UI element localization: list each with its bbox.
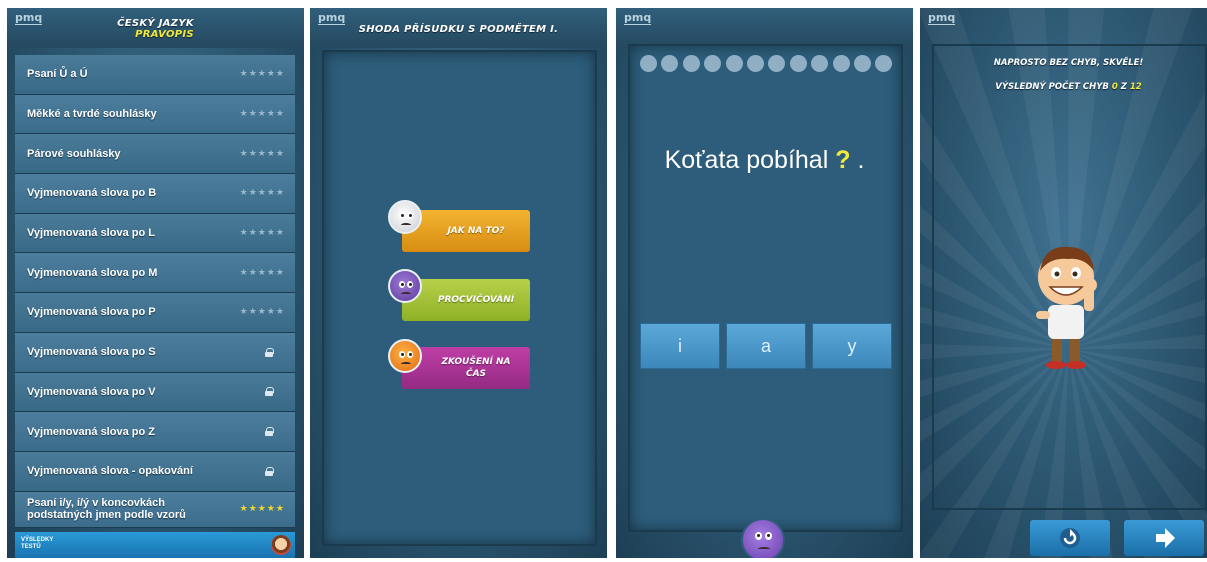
pmq-logo: pmq bbox=[624, 11, 652, 25]
topic-label: Vyjmenovaná slova po Z bbox=[27, 425, 155, 438]
timed-exam-label: Zkoušení na čas bbox=[441, 357, 511, 379]
how-to-label: Jak na to? bbox=[447, 226, 505, 236]
retry-button[interactable] bbox=[1030, 520, 1110, 556]
topic-list: Psaní Ů a Ú ★★★★★ Měkké a tvrdé souhlásky ★… bbox=[15, 55, 295, 528]
topic-list-item[interactable]: Vyjmenovaná slova po B ★★★★★ bbox=[15, 174, 295, 214]
question-end: . bbox=[857, 146, 865, 174]
question-blank: ? bbox=[835, 146, 851, 174]
topic-list-item[interactable]: Vyjmenovaná slova po P ★★★★★ bbox=[15, 293, 295, 333]
topic-label: Párové souhlásky bbox=[27, 147, 121, 160]
topic-label: Vyjmenovaná slova po L bbox=[27, 227, 155, 240]
progress-dots bbox=[640, 55, 893, 72]
progress-dot bbox=[832, 55, 850, 72]
app-subtitle: pravopis bbox=[135, 29, 194, 40]
question-text: Koťata pobíhal bbox=[664, 146, 829, 174]
results-footer[interactable]: VÝSLEDKY TESTŮ bbox=[15, 532, 295, 558]
progress-dot bbox=[661, 55, 679, 72]
topic-list-item[interactable]: Párové souhlásky ★★★★★ bbox=[15, 134, 295, 175]
top-bar: pmq bbox=[920, 8, 1207, 48]
exercise-screen: pmq Koťata pobíhal ? . i a y bbox=[616, 8, 913, 558]
progress-dot bbox=[640, 55, 657, 72]
happy-boy-mascot bbox=[1036, 246, 1097, 369]
purple-character-icon bbox=[741, 518, 785, 558]
result-of: z bbox=[1120, 82, 1127, 92]
star-rating: ★★★★★ bbox=[239, 228, 285, 239]
star-rating: ★★★★★ bbox=[239, 109, 285, 120]
purple-character-icon bbox=[388, 269, 422, 303]
topic-label: Vyjmenovaná slova po M bbox=[27, 266, 158, 279]
answer-a-button[interactable]: a bbox=[726, 323, 806, 369]
orange-character-icon bbox=[388, 339, 422, 373]
practice-label: Procvičování bbox=[437, 295, 515, 305]
avatar-icon bbox=[271, 535, 291, 555]
star-rating: ★★★★★ bbox=[239, 307, 285, 318]
star-rating: ★★★★★ bbox=[239, 69, 285, 80]
topic-label: Vyjmenovaná slova po P bbox=[27, 306, 156, 319]
content-panel bbox=[628, 44, 903, 532]
topic-list-item[interactable]: Vyjmenovaná slova - opakování bbox=[15, 451, 295, 492]
topic-label: Psaní i/y, í/ý v koncovkách podstatných … bbox=[27, 497, 186, 522]
lock-icon bbox=[265, 427, 274, 437]
error-count: 0 bbox=[1111, 82, 1118, 92]
result-score: Výsledný počet chyb 0 z 12 bbox=[920, 82, 1207, 92]
app-title: Český jazyk bbox=[117, 18, 194, 29]
answer-options: i a y bbox=[640, 323, 892, 369]
topic-label: Vyjmenovaná slova - opakování bbox=[27, 465, 193, 478]
topic-label: Vyjmenovaná slova po B bbox=[27, 187, 157, 200]
progress-dot bbox=[704, 55, 722, 72]
topic-list-item[interactable]: Vyjmenovaná slova po S bbox=[15, 332, 295, 373]
result-screen: pmq Naprosto bez chyb, skvěle! Výsledný … bbox=[920, 8, 1207, 558]
result-prefix: Výsledný počet chyb bbox=[995, 82, 1109, 92]
retry-icon bbox=[1060, 528, 1080, 548]
progress-dot bbox=[682, 55, 700, 72]
topic-list-item[interactable]: Vyjmenovaná slova po V bbox=[15, 372, 295, 413]
progress-dot bbox=[725, 55, 743, 72]
progress-dot bbox=[853, 55, 871, 72]
top-bar: pmq bbox=[616, 8, 913, 48]
star-rating: ★★★★★ bbox=[239, 148, 285, 159]
topic-list-item[interactable]: Psaní i/y, í/ý v koncovkách podstatných … bbox=[15, 491, 295, 528]
star-rating: ★★★★★ bbox=[239, 267, 285, 278]
white-character-icon bbox=[388, 200, 422, 234]
lesson-title: Shoda přísudku s podmětem I. bbox=[358, 24, 559, 35]
question-total: 12 bbox=[1129, 82, 1142, 92]
next-button[interactable] bbox=[1124, 520, 1204, 556]
topic-label: Vyjmenovaná slova po S bbox=[27, 346, 156, 359]
progress-dot bbox=[811, 55, 829, 72]
mode-select-screen: pmq Shoda přísudku s podmětem I. Jak na … bbox=[310, 8, 607, 558]
top-bar: pmq Shoda přísudku s podmětem I. bbox=[310, 8, 607, 48]
progress-dot bbox=[875, 55, 893, 72]
answer-y-button[interactable]: y bbox=[812, 323, 892, 369]
top-bar: pmq Český jazyk pravopis bbox=[7, 8, 304, 48]
topic-list-item[interactable]: Vyjmenovaná slova po M ★★★★★ bbox=[15, 253, 295, 294]
lock-icon bbox=[265, 387, 274, 397]
star-rating: ★★★★★ bbox=[239, 504, 285, 515]
question-sentence: Koťata pobíhal ? . bbox=[616, 146, 913, 175]
topic-list-item[interactable]: Měkké a tvrdé souhlásky ★★★★★ bbox=[15, 94, 295, 135]
lock-icon bbox=[265, 347, 274, 357]
topic-list-item[interactable]: Psaní Ů a Ú ★★★★★ bbox=[15, 55, 295, 95]
topic-label: Měkké a tvrdé souhlásky bbox=[27, 108, 157, 121]
next-arrow-icon bbox=[1156, 528, 1175, 548]
star-rating: ★★★★★ bbox=[239, 188, 285, 199]
answer-i-button[interactable]: i bbox=[640, 323, 720, 369]
topic-label: Vyjmenovaná slova po V bbox=[27, 385, 156, 398]
progress-dot bbox=[789, 55, 807, 72]
topic-list-screen: pmq Český jazyk pravopis Psaní Ů a Ú ★★★★… bbox=[7, 8, 304, 558]
results-link[interactable]: VÝSLEDKY TESTŮ bbox=[21, 537, 61, 551]
lock-icon bbox=[265, 466, 274, 476]
topic-list-item[interactable]: Vyjmenovaná slova po Z bbox=[15, 412, 295, 452]
progress-dot bbox=[768, 55, 786, 72]
pmq-logo: pmq bbox=[928, 11, 956, 25]
result-message: Naprosto bez chyb, skvěle! bbox=[993, 58, 1144, 68]
progress-dot bbox=[746, 55, 764, 72]
topic-label: Psaní Ů a Ú bbox=[27, 68, 88, 81]
topic-list-item[interactable]: Vyjmenovaná slova po L ★★★★★ bbox=[15, 213, 295, 254]
